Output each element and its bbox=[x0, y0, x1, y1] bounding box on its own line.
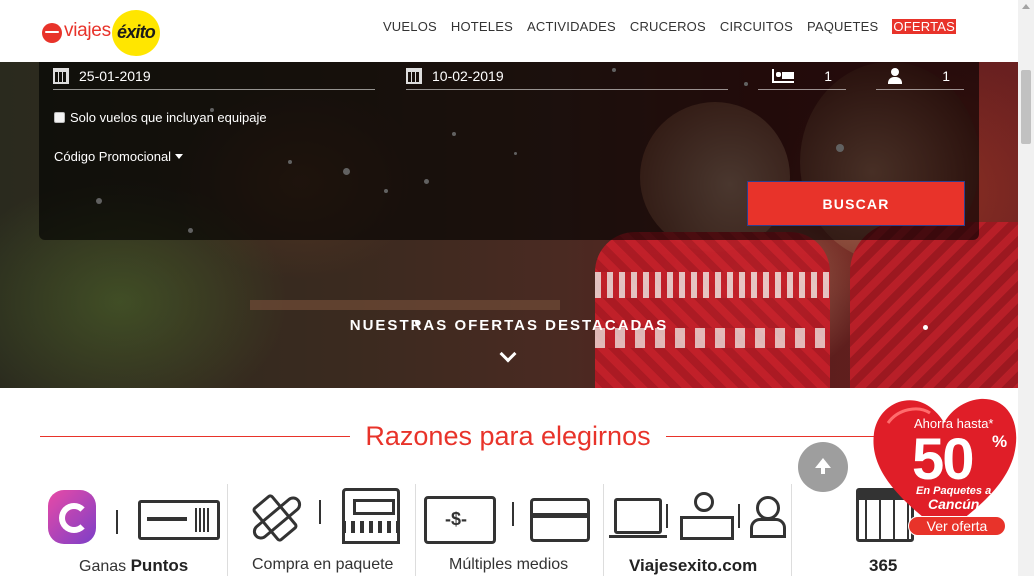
call-center-agent-icon bbox=[748, 496, 786, 538]
chevron-down-icon[interactable] bbox=[499, 345, 517, 363]
site-header: viajes éxito VUELOS HOTELES ACTIVIDADES … bbox=[0, 0, 1018, 62]
page-scrollbar[interactable] bbox=[1018, 0, 1034, 576]
nav-actividades[interactable]: ACTIVIDADES bbox=[527, 19, 616, 34]
reason-medios-label: Múltiples medios bbox=[449, 556, 568, 574]
reason-medios-text: Múltiples medios bbox=[449, 556, 569, 573]
separator bbox=[666, 504, 668, 528]
guests-field[interactable]: 1 bbox=[876, 62, 964, 90]
arrow-up-stem bbox=[821, 466, 825, 474]
caret-down-icon bbox=[175, 154, 184, 159]
search-button[interactable]: BUSCAR bbox=[747, 181, 965, 226]
separator bbox=[738, 504, 740, 528]
hero-photo-sweater-mother bbox=[850, 222, 1018, 388]
main-nav: VUELOS HOTELES ACTIVIDADES CRUCEROS CIRC… bbox=[383, 19, 956, 34]
separator bbox=[319, 500, 321, 524]
reason-365-label: 365 bbox=[869, 556, 897, 576]
reason-paquete-text: Compra en paquete bbox=[252, 556, 394, 573]
promo-code-label: Código Promocional bbox=[54, 149, 172, 164]
column-divider bbox=[603, 484, 604, 576]
globe-icon bbox=[42, 23, 62, 43]
reason-web-text: Viajesexito.com bbox=[629, 556, 758, 575]
separator bbox=[512, 502, 514, 526]
logo-text-viajes: viajes bbox=[64, 20, 111, 41]
airplane-icon bbox=[244, 486, 300, 542]
guests-value: 1 bbox=[942, 67, 950, 84]
featured-offers-title[interactable]: NUESTRAS OFERTAS DESTACADAS bbox=[0, 317, 1018, 334]
column-divider bbox=[791, 484, 792, 576]
section-divider-left bbox=[40, 436, 350, 437]
reason-puntos-bold: Puntos bbox=[130, 556, 189, 575]
baggage-label: Solo vuelos que incluyan equipaje bbox=[70, 110, 267, 125]
scroll-up-arrow-icon[interactable] bbox=[1022, 4, 1030, 9]
flight-ticket-icon bbox=[138, 500, 220, 540]
calendar-icon bbox=[406, 67, 422, 84]
hero-banner: 25-01-2019 10-02-2019 1 1 Solo vuelos qu… bbox=[0, 62, 1018, 388]
baggage-checkbox[interactable] bbox=[54, 112, 65, 123]
rooms-field[interactable]: 1 bbox=[758, 62, 846, 90]
nav-paquetes[interactable]: PAQUETES bbox=[807, 19, 878, 34]
nav-vuelos[interactable]: VUELOS bbox=[383, 19, 437, 34]
calendar-icon bbox=[53, 67, 69, 84]
promo-percent: % bbox=[992, 432, 1008, 451]
reason-365-text: 365 bbox=[869, 556, 898, 575]
logo-text-exito: éxito bbox=[116, 22, 156, 42]
baggage-option[interactable]: Solo vuelos que incluyan equipaje bbox=[54, 110, 267, 125]
reason-paquete-label: Compra en paquete bbox=[252, 556, 393, 574]
puntos-app-icon bbox=[48, 490, 96, 544]
nav-circuitos[interactable]: CIRCUITOS bbox=[720, 19, 793, 34]
hero-photo-shelf bbox=[250, 300, 560, 310]
nav-ofertas[interactable]: OFERTAS bbox=[892, 19, 956, 34]
bed-icon bbox=[772, 68, 794, 83]
hotel-bed-icon bbox=[342, 488, 400, 544]
ver-oferta-button[interactable]: Ver oferta bbox=[908, 516, 1006, 536]
cash-bill-icon bbox=[424, 496, 496, 544]
scroll-to-top-button[interactable] bbox=[798, 442, 848, 492]
credit-card-icon bbox=[530, 498, 590, 542]
reasons-title: Razones para elegirnos bbox=[365, 421, 651, 451]
laptop-wifi-icon bbox=[609, 498, 667, 538]
separator bbox=[116, 510, 118, 534]
date-from-field[interactable]: 25-01-2019 bbox=[53, 62, 375, 90]
hero-photo-sweater-child bbox=[595, 232, 830, 388]
date-to-field[interactable]: 10-02-2019 bbox=[406, 62, 728, 90]
promo-line3: Cancún bbox=[928, 496, 980, 512]
nav-hoteles[interactable]: HOTELES bbox=[451, 19, 513, 34]
promo-big-number: 50 bbox=[912, 427, 974, 492]
reason-web-label: Viajesexito.com bbox=[629, 556, 757, 576]
rooms-value: 1 bbox=[824, 67, 832, 84]
office-agent-icon bbox=[680, 492, 734, 540]
promo-code-toggle[interactable]: Código Promocional bbox=[54, 149, 184, 164]
nav-cruceros[interactable]: CRUCEROS bbox=[630, 19, 706, 34]
column-divider bbox=[415, 484, 416, 576]
reason-puntos-label: Ganas Puntos bbox=[79, 556, 188, 576]
viajes-exito-logo[interactable]: viajes éxito bbox=[42, 10, 172, 56]
reason-puntos-prefix: Ganas bbox=[79, 558, 131, 575]
date-to-value: 10-02-2019 bbox=[432, 67, 504, 84]
column-divider bbox=[227, 484, 228, 576]
person-icon bbox=[888, 67, 902, 84]
scrollbar-thumb[interactable] bbox=[1021, 70, 1031, 144]
date-from-value: 25-01-2019 bbox=[79, 67, 151, 84]
